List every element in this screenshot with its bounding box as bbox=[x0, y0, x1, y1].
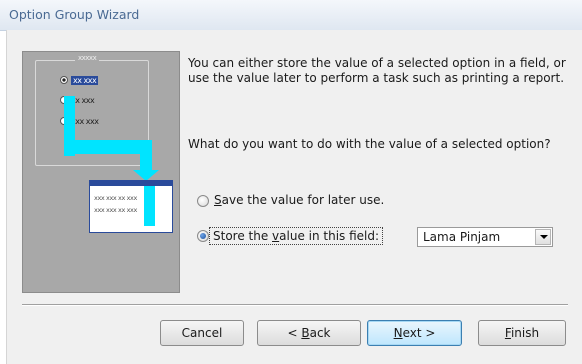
finish-button[interactable]: Finish bbox=[478, 320, 566, 346]
illustration-caption: xxxxx bbox=[75, 54, 100, 62]
store-in-field-label[interactable]: Store the value in this field: bbox=[209, 227, 384, 245]
next-button[interactable]: Next > bbox=[367, 320, 462, 346]
illustration-arrow bbox=[64, 140, 150, 154]
save-for-later-radio[interactable] bbox=[197, 195, 209, 207]
cancel-button[interactable]: Cancel bbox=[160, 320, 244, 346]
field-combo-value: Lama Pinjam bbox=[423, 230, 501, 244]
illustration-highlighted-column bbox=[144, 186, 155, 226]
illustration-table-row: xxx xxx xx xxx bbox=[94, 194, 137, 202]
illustration-option: xx xxx bbox=[60, 76, 99, 85]
wizard-question: What do you want to do with the value of… bbox=[188, 137, 551, 151]
illustration-table: xxx xxx xx xxx xxx xxx xx xxx bbox=[89, 180, 173, 233]
separator bbox=[22, 304, 568, 306]
window-title: Option Group Wizard bbox=[9, 7, 140, 22]
title-bar: Option Group Wizard bbox=[0, 0, 582, 31]
chevron-down-icon[interactable] bbox=[535, 229, 551, 245]
save-for-later-label[interactable]: Save the value for later use. bbox=[214, 193, 384, 207]
back-button[interactable]: < Back bbox=[257, 320, 361, 346]
store-in-field-radio[interactable] bbox=[197, 230, 209, 242]
illustration-radio-icon bbox=[60, 76, 68, 84]
illustration-table-row: xxx xxx xx xxx bbox=[94, 206, 137, 214]
illustration-arrow bbox=[140, 140, 152, 172]
wizard-description: You can either store the value of a sele… bbox=[188, 56, 566, 85]
field-combo-box[interactable]: Lama Pinjam bbox=[417, 227, 553, 247]
